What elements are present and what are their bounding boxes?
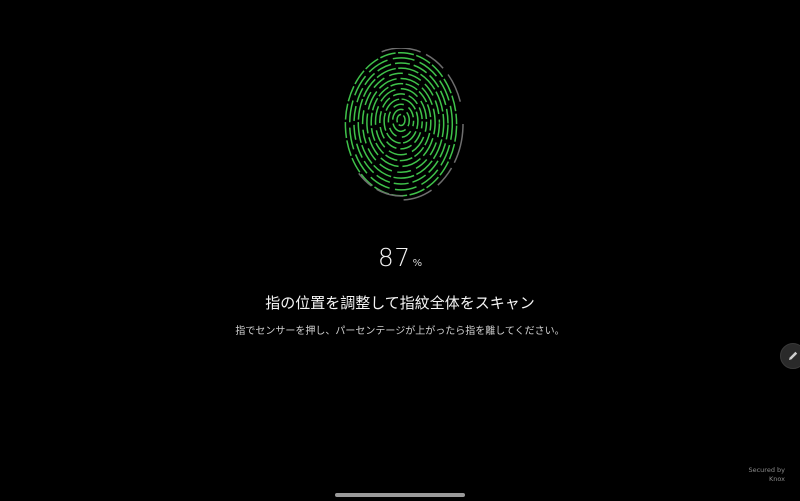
fingerprint-ridge (391, 108, 411, 133)
fingerprint-ridge (374, 88, 428, 156)
secured-by-knox: Secured by Knox (748, 466, 785, 484)
fingerprint-ridge (353, 62, 449, 185)
fingerprint-icon (338, 48, 464, 201)
fingerprint-ridge (379, 93, 423, 150)
percentage-unit: % (412, 258, 423, 269)
fingerprint-ridge (361, 72, 441, 174)
secured-by-label: Secured by (748, 466, 785, 474)
scan-percentage: 87% (0, 240, 800, 282)
edit-button[interactable] (780, 343, 800, 369)
scan-instruction: 指でセンサーを押し、パーセンテージが上がったら指を離してください。 (235, 326, 565, 337)
fingerprint-progress (336, 48, 466, 203)
home-indicator[interactable] (335, 493, 465, 497)
scan-title: 指の位置を調整して指紋全体をスキャン (265, 294, 535, 312)
percentage-value: 87 (377, 243, 411, 272)
fingerprint-ridge (366, 77, 436, 168)
fingerprint-ridge (396, 113, 406, 127)
pencil-icon (789, 351, 798, 360)
fingerprint-ridge (383, 98, 419, 144)
knox-label: Knox (768, 475, 785, 483)
fingerprint-ridge (348, 57, 454, 191)
